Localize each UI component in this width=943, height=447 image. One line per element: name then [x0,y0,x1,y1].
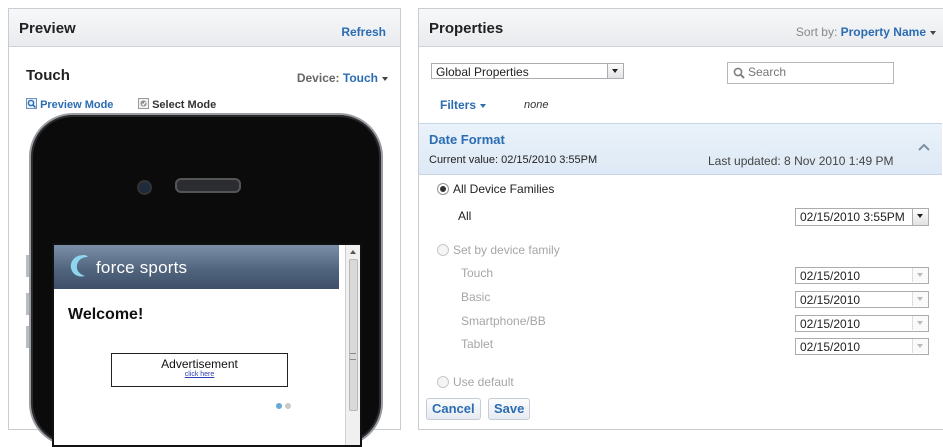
phone-side-button [26,293,29,315]
chevron-down-icon [912,209,928,225]
preview-header: Preview Refresh [9,9,400,47]
scope-select-value: Global Properties [436,65,529,79]
chevron-down-icon [480,103,487,108]
label-set-by-device-family: Set by device family [453,243,560,257]
all-date-value: 02/15/2010 3:55PM [800,210,905,224]
all-date-select[interactable]: 02/15/2010 3:55PM [795,208,929,226]
chevron-down-icon [912,292,928,306]
advertisement-link[interactable]: click here [112,371,287,378]
date-format-section-header[interactable]: Date Format Current value: 02/15/2010 3:… [419,123,942,175]
family-label-smartphone: Smartphone/BB [461,314,546,328]
search-box[interactable] [727,62,894,84]
device-dropdown[interactable]: Device: Touch [297,71,388,85]
chevron-down-icon [912,339,928,353]
select-cursor-icon [138,98,149,109]
search-input[interactable] [748,65,886,79]
scroll-up-arrow-icon [350,250,356,254]
sort-value: Property Name [840,25,926,39]
filters-label: Filters [440,98,477,112]
save-button[interactable]: Save [488,398,531,420]
family-label-basic: Basic [461,290,491,304]
pager-dot-active[interactable] [276,403,282,409]
collapse-chevron-icon[interactable] [918,143,930,151]
sort-label: Sort by: [795,25,838,39]
filters-value: none [524,99,549,111]
search-icon [733,67,745,79]
chevron-down-icon [930,30,936,35]
label-all: All [458,209,472,223]
chevron-down-icon [912,268,928,282]
family-select-smartphone[interactable]: 02/15/2010 [795,315,929,332]
last-updated-text: Last updated: 8 Nov 2010 1:49 PM [708,154,894,168]
phone-screen: force sports Welcome! Advertisement clic… [52,243,362,447]
magnifier-icon [26,98,37,109]
app-header: force sports [54,245,339,289]
family-label-touch: Touch [461,266,494,280]
advertisement-box[interactable]: Advertisement click here [111,353,288,387]
advertisement-title: Advertisement [161,357,238,371]
family-select-tablet[interactable]: 02/15/2010 [795,338,929,355]
scroll-thumb[interactable] [349,259,358,411]
cancel-button[interactable]: Cancel [426,398,481,420]
properties-title: Properties [429,20,504,37]
label-all-device-families: All Device Families [453,182,555,196]
filters-dropdown[interactable]: Filters [440,98,487,112]
chevron-down-icon [912,316,928,330]
family-value-tablet: 02/15/2010 [800,340,861,354]
preview-title: Preview [19,20,76,37]
preview-mode-label: Preview Mode [40,99,114,111]
device-value: Touch [342,71,378,85]
welcome-text: Welcome! [68,306,144,323]
section-title: Date Format [429,132,505,147]
scroll-grip-icon [350,353,356,360]
preview-mode-button[interactable]: Preview Mode [26,98,113,111]
select-mode-label: Select Mode [152,99,217,111]
phone-side-button [26,255,29,277]
phone-camera [137,180,152,195]
sort-dropdown[interactable]: Sort by: Property Name [796,25,936,39]
brand-name: force sports [96,258,188,277]
current-value-text: Current value: 02/15/2010 3:55PM [429,154,598,166]
family-label-tablet: Tablet [461,337,494,351]
device-label: Device: [296,71,340,85]
family-value-smartphone: 02/15/2010 [800,317,861,331]
phone-side-button [26,326,29,348]
radio-use-default[interactable] [437,376,449,388]
label-use-default: Use default [453,375,514,389]
radio-all-device-families[interactable] [437,183,449,195]
refresh-link[interactable]: Refresh [341,25,386,39]
device-heading: Touch [26,67,70,84]
family-select-basic[interactable]: 02/15/2010 [795,291,929,308]
pager-dot[interactable] [285,403,291,409]
chevron-down-icon [382,76,388,81]
properties-header: Properties Sort by: Property Name [419,9,943,47]
phone-speaker [175,178,241,193]
family-value-touch: 02/15/2010 [800,269,861,283]
scope-select[interactable]: Global Properties [431,63,624,79]
select-mode-button[interactable]: Select Mode [138,98,216,111]
chevron-down-icon [607,64,623,78]
family-select-touch[interactable]: 02/15/2010 [795,267,929,284]
radio-set-by-device-family[interactable] [437,244,449,256]
family-value-basic: 02/15/2010 [800,293,861,307]
screen-scrollbar[interactable] [345,245,360,445]
brand-logo-icon [70,255,88,277]
